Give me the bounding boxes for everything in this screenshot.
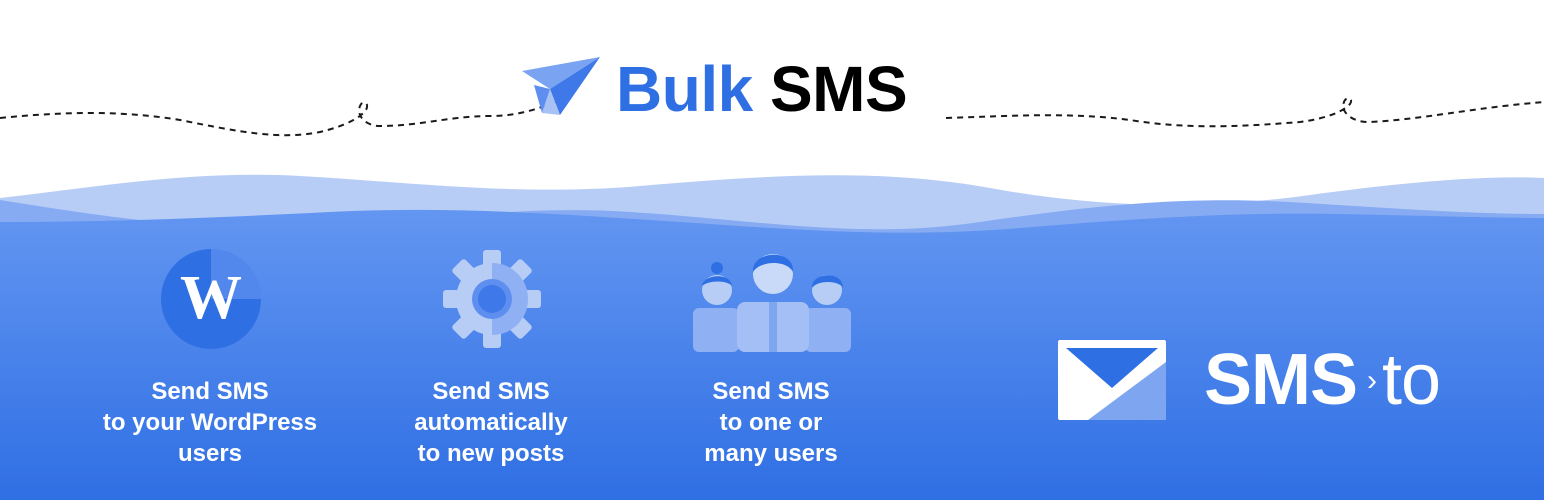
brand-name: SMS: [1204, 340, 1358, 420]
feature-auto-posts: Send SMS automatically to new posts: [341, 0, 641, 500]
feature-many-users: Send SMS to one or many users: [621, 0, 921, 500]
envelope-icon: [1058, 340, 1166, 420]
brand-wordmark: SMS ›to: [1204, 338, 1441, 427]
brand-tld: to: [1382, 340, 1441, 420]
feature-caption: Send SMS automatically to new posts: [414, 378, 568, 467]
sms-banner: Bulk SMS W Send SMS to your WordPress us…: [0, 0, 1544, 500]
feature-caption: Send SMS to your WordPress users: [102, 378, 318, 467]
svg-text:W: W: [180, 264, 242, 332]
gear-icon: [443, 250, 541, 348]
wordpress-icon: W: [161, 249, 261, 349]
feature-caption: Send SMS to one or many users: [704, 378, 838, 467]
users-group-icon: [693, 254, 851, 352]
feature-wordpress-users: W Send SMS to your WordPress users: [60, 0, 360, 500]
brand-separator: ›: [1367, 363, 1377, 397]
